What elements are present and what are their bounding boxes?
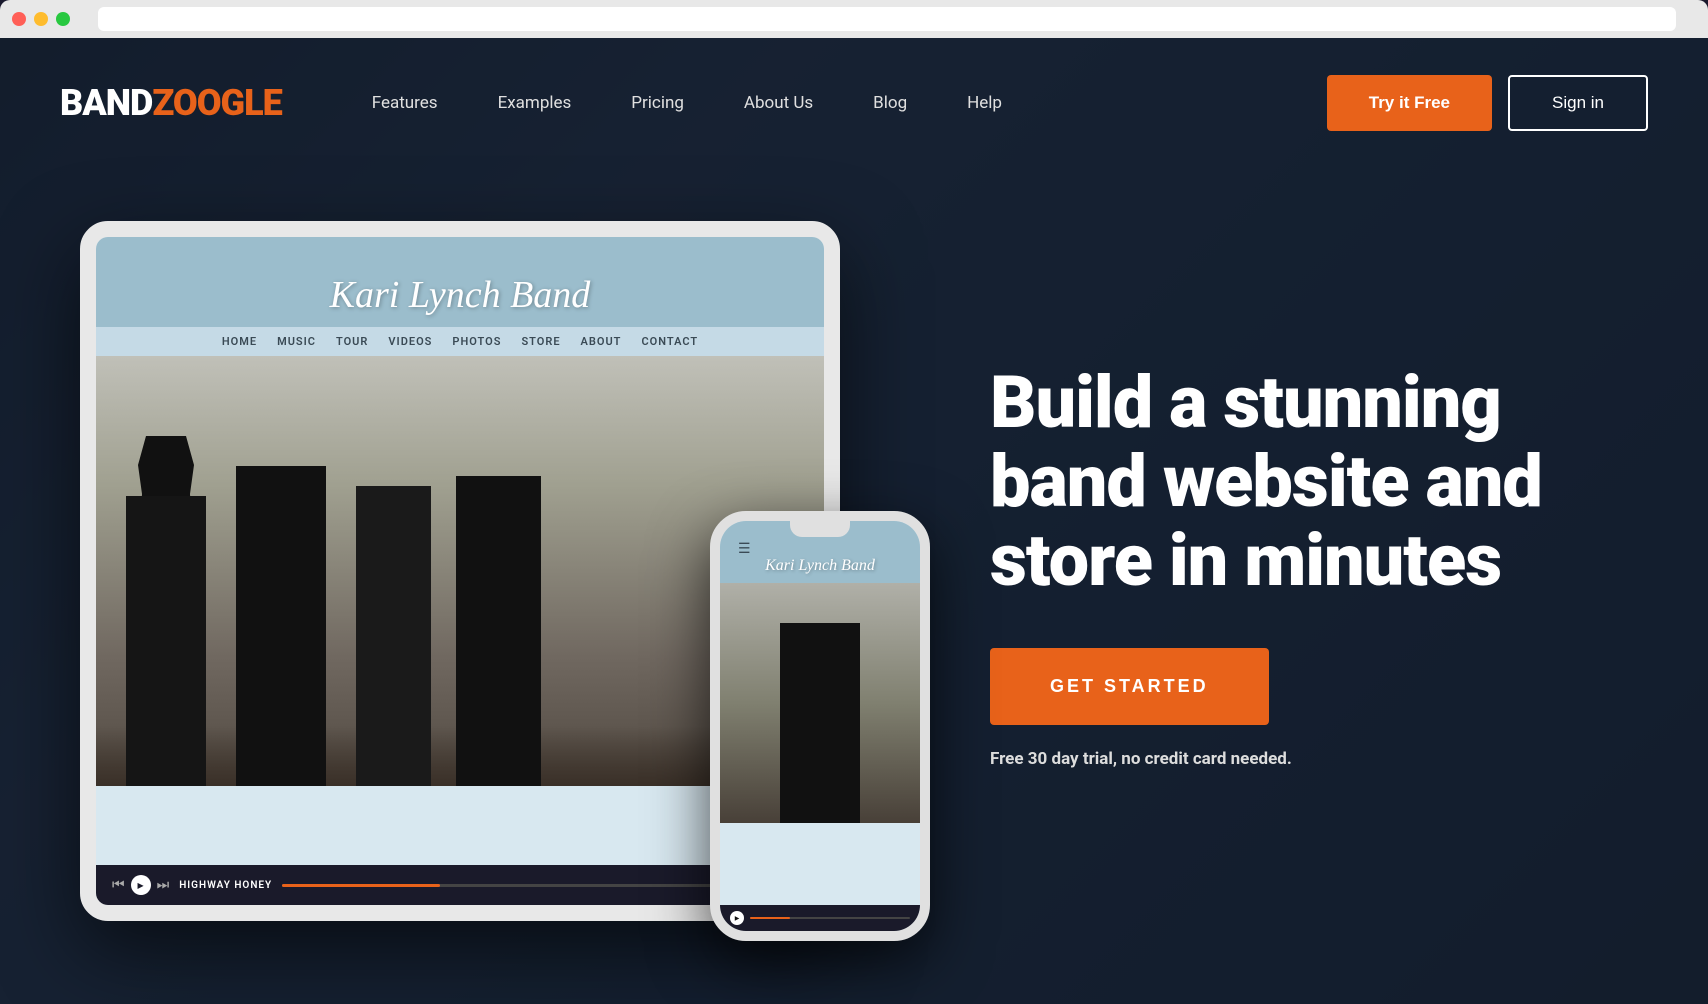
logo-zoogle: ZOOGLE [152, 82, 281, 124]
hero-subtext-strong: Free 30 day trial, no credit card needed… [990, 749, 1292, 769]
logo[interactable]: BANDZOOGLE [60, 82, 282, 124]
close-button[interactable] [12, 12, 26, 26]
prev-button[interactable]: ⏮ [112, 877, 125, 893]
silhouette-4 [456, 476, 541, 786]
tablet-nav-photos: PHOTOS [452, 335, 501, 348]
tablet-player-controls: ⏮ ▶ ⏭ [112, 875, 169, 895]
silhouette-3 [356, 486, 431, 786]
tablet-nav-music: MUSIC [277, 335, 316, 348]
phone-photo-area [720, 583, 920, 823]
tablet-nav-contact: CONTACT [641, 335, 698, 348]
phone-silhouette [780, 623, 860, 823]
tablet-band-name: Kari Lynch Band [96, 253, 824, 327]
silhouette-2 [236, 466, 326, 786]
tablet-nav-about: ABOUT [581, 335, 622, 348]
get-started-button[interactable]: GET STARTED [990, 648, 1269, 725]
hero-section: Kari Lynch Band HOME MUSIC TOUR VIDEOS P… [0, 168, 1708, 1004]
sign-in-button[interactable]: Sign in [1508, 75, 1648, 131]
navbar: BANDZOOGLE Features Examples Pricing Abo… [0, 38, 1708, 168]
try-free-button[interactable]: Try it Free [1327, 75, 1492, 131]
nav-examples[interactable]: Examples [468, 83, 602, 123]
hamburger-icon[interactable]: ☰ [730, 541, 910, 557]
nav-blog[interactable]: Blog [843, 83, 937, 123]
tablet-nav-videos: VIDEOS [388, 335, 432, 348]
page-wrapper: BANDZOOGLE Features Examples Pricing Abo… [0, 38, 1708, 1004]
hero-subtext: Free 30 day trial, no credit card needed… [990, 749, 1628, 769]
phone-notch [790, 521, 850, 537]
tablet-nav-home: HOME [222, 335, 257, 348]
nav-features[interactable]: Features [342, 83, 468, 123]
tablet-nav-tour: TOUR [336, 335, 368, 348]
phone-progress-bar [750, 917, 910, 919]
tablet-nav-store: STORE [521, 335, 560, 348]
hero-headline: Build a stunning band website and store … [990, 363, 1628, 601]
logo-band: BAND [60, 82, 152, 124]
phone-screen: ☰ Kari Lynch Band ▶ [720, 521, 920, 931]
progress-fill [282, 884, 440, 887]
nav-links: Features Examples Pricing About Us Blog … [342, 83, 1327, 123]
nav-pricing[interactable]: Pricing [601, 83, 714, 123]
play-button[interactable]: ▶ [131, 875, 151, 895]
next-button[interactable]: ⏭ [157, 877, 170, 893]
nav-about-us[interactable]: About Us [714, 83, 843, 123]
address-bar[interactable] [98, 7, 1676, 31]
phone-mockup: ☰ Kari Lynch Band ▶ [710, 511, 930, 941]
minimize-button[interactable] [34, 12, 48, 26]
hero-text: Build a stunning band website and store … [990, 363, 1628, 770]
devices-wrapper: Kari Lynch Band HOME MUSIC TOUR VIDEOS P… [80, 191, 930, 941]
nav-actions: Try it Free Sign in [1327, 75, 1648, 131]
tablet-header: Kari Lynch Band HOME MUSIC TOUR VIDEOS P… [96, 237, 824, 356]
phone-player: ▶ [720, 905, 920, 931]
phone-play-button[interactable]: ▶ [730, 911, 744, 925]
tablet-inner-nav: HOME MUSIC TOUR VIDEOS PHOTOS STORE ABOU… [96, 327, 824, 356]
silhouette-1 [126, 496, 206, 786]
maximize-button[interactable] [56, 12, 70, 26]
window-chrome [0, 0, 1708, 38]
phone-band-name: Kari Lynch Band [730, 557, 910, 575]
phone-progress-fill [750, 917, 790, 919]
song-title: HIGHWAY HONEY [179, 880, 272, 891]
nav-help[interactable]: Help [937, 83, 1032, 123]
